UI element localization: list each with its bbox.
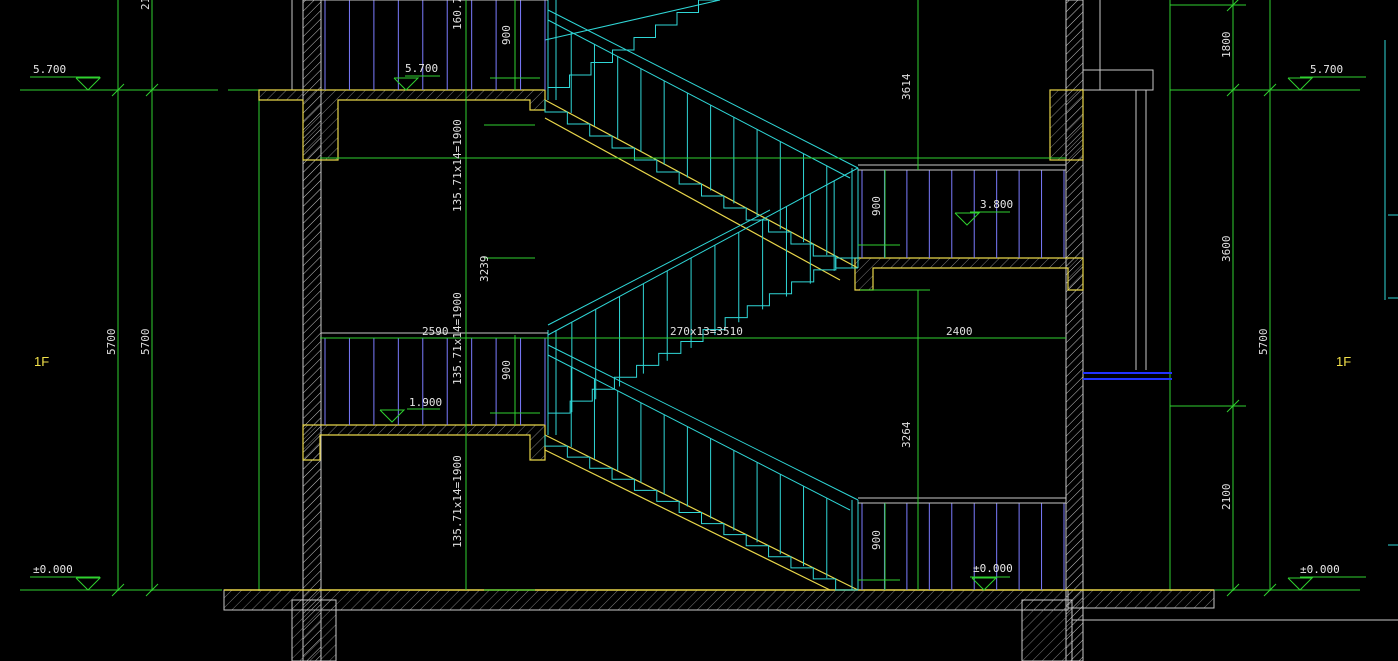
right-edge-ticks xyxy=(1384,40,1398,546)
dim-top-partial: 160.71 xyxy=(451,0,464,30)
internal-dimensions xyxy=(320,0,1066,591)
elev-right-bottom: ±0.000 xyxy=(1300,563,1340,576)
dim-rail-4: 900 xyxy=(870,530,883,550)
dim-flight-middle: 135.71x14=1900 xyxy=(451,292,464,385)
dim-clear-2: 3239 xyxy=(478,256,491,283)
dim-rail-3: 900 xyxy=(870,196,883,216)
dim-landing-left: 2590 xyxy=(422,325,449,338)
stair-section-drawing: 5.700 ±0.000 1F 5700 5700 21 5.700 ±0.00… xyxy=(20,0,1398,661)
dim-right-3600: 3600 xyxy=(1220,236,1233,263)
floor-tag-left: 1F xyxy=(34,354,49,369)
dim-right-1800: 1800 xyxy=(1220,32,1233,59)
elev-mid-left: 1.900 xyxy=(409,396,442,409)
dim-left-inner: 5700 xyxy=(139,329,152,356)
dim-right-2100: 2100 xyxy=(1220,484,1233,511)
dim-rail-2: 900 xyxy=(500,360,513,380)
elev-ground-inside: ±0.000 xyxy=(973,562,1013,575)
elev-mid-right: 3.800 xyxy=(980,198,1013,211)
landing-slabs xyxy=(258,89,1084,461)
railings xyxy=(544,0,859,590)
elev-left-top: 5.700 xyxy=(33,63,66,76)
elev-left-bottom: ±0.000 xyxy=(33,563,73,576)
right-dimension-lines xyxy=(1169,0,1360,597)
dim-landing-right: 2400 xyxy=(946,325,973,338)
dim-left-top-partial: 21 xyxy=(139,0,152,10)
window xyxy=(1083,372,1172,380)
balusters xyxy=(570,32,835,579)
ground-slab xyxy=(223,589,1398,661)
dim-clear-1: 3614 xyxy=(900,73,913,100)
dim-flight-upper: 135.71x14=1900 xyxy=(451,119,464,212)
elev-upper-landing: 5.700 xyxy=(405,62,438,75)
dim-rail-1: 900 xyxy=(500,25,513,45)
left-elevation-markers xyxy=(30,76,102,591)
dim-left-outer: 5700 xyxy=(105,329,118,356)
floor-tag-right: 1F xyxy=(1336,354,1351,369)
landing-railings xyxy=(324,0,1065,590)
right-elevation-markers xyxy=(1287,76,1366,591)
dim-flight-run: 270x13=3510 xyxy=(670,325,743,338)
dim-clear-3: 3264 xyxy=(900,421,913,448)
dim-flight-lower: 135.71x14=1900 xyxy=(451,455,464,548)
dim-right-total: 5700 xyxy=(1257,329,1270,356)
elev-right-top: 5.700 xyxy=(1310,63,1343,76)
